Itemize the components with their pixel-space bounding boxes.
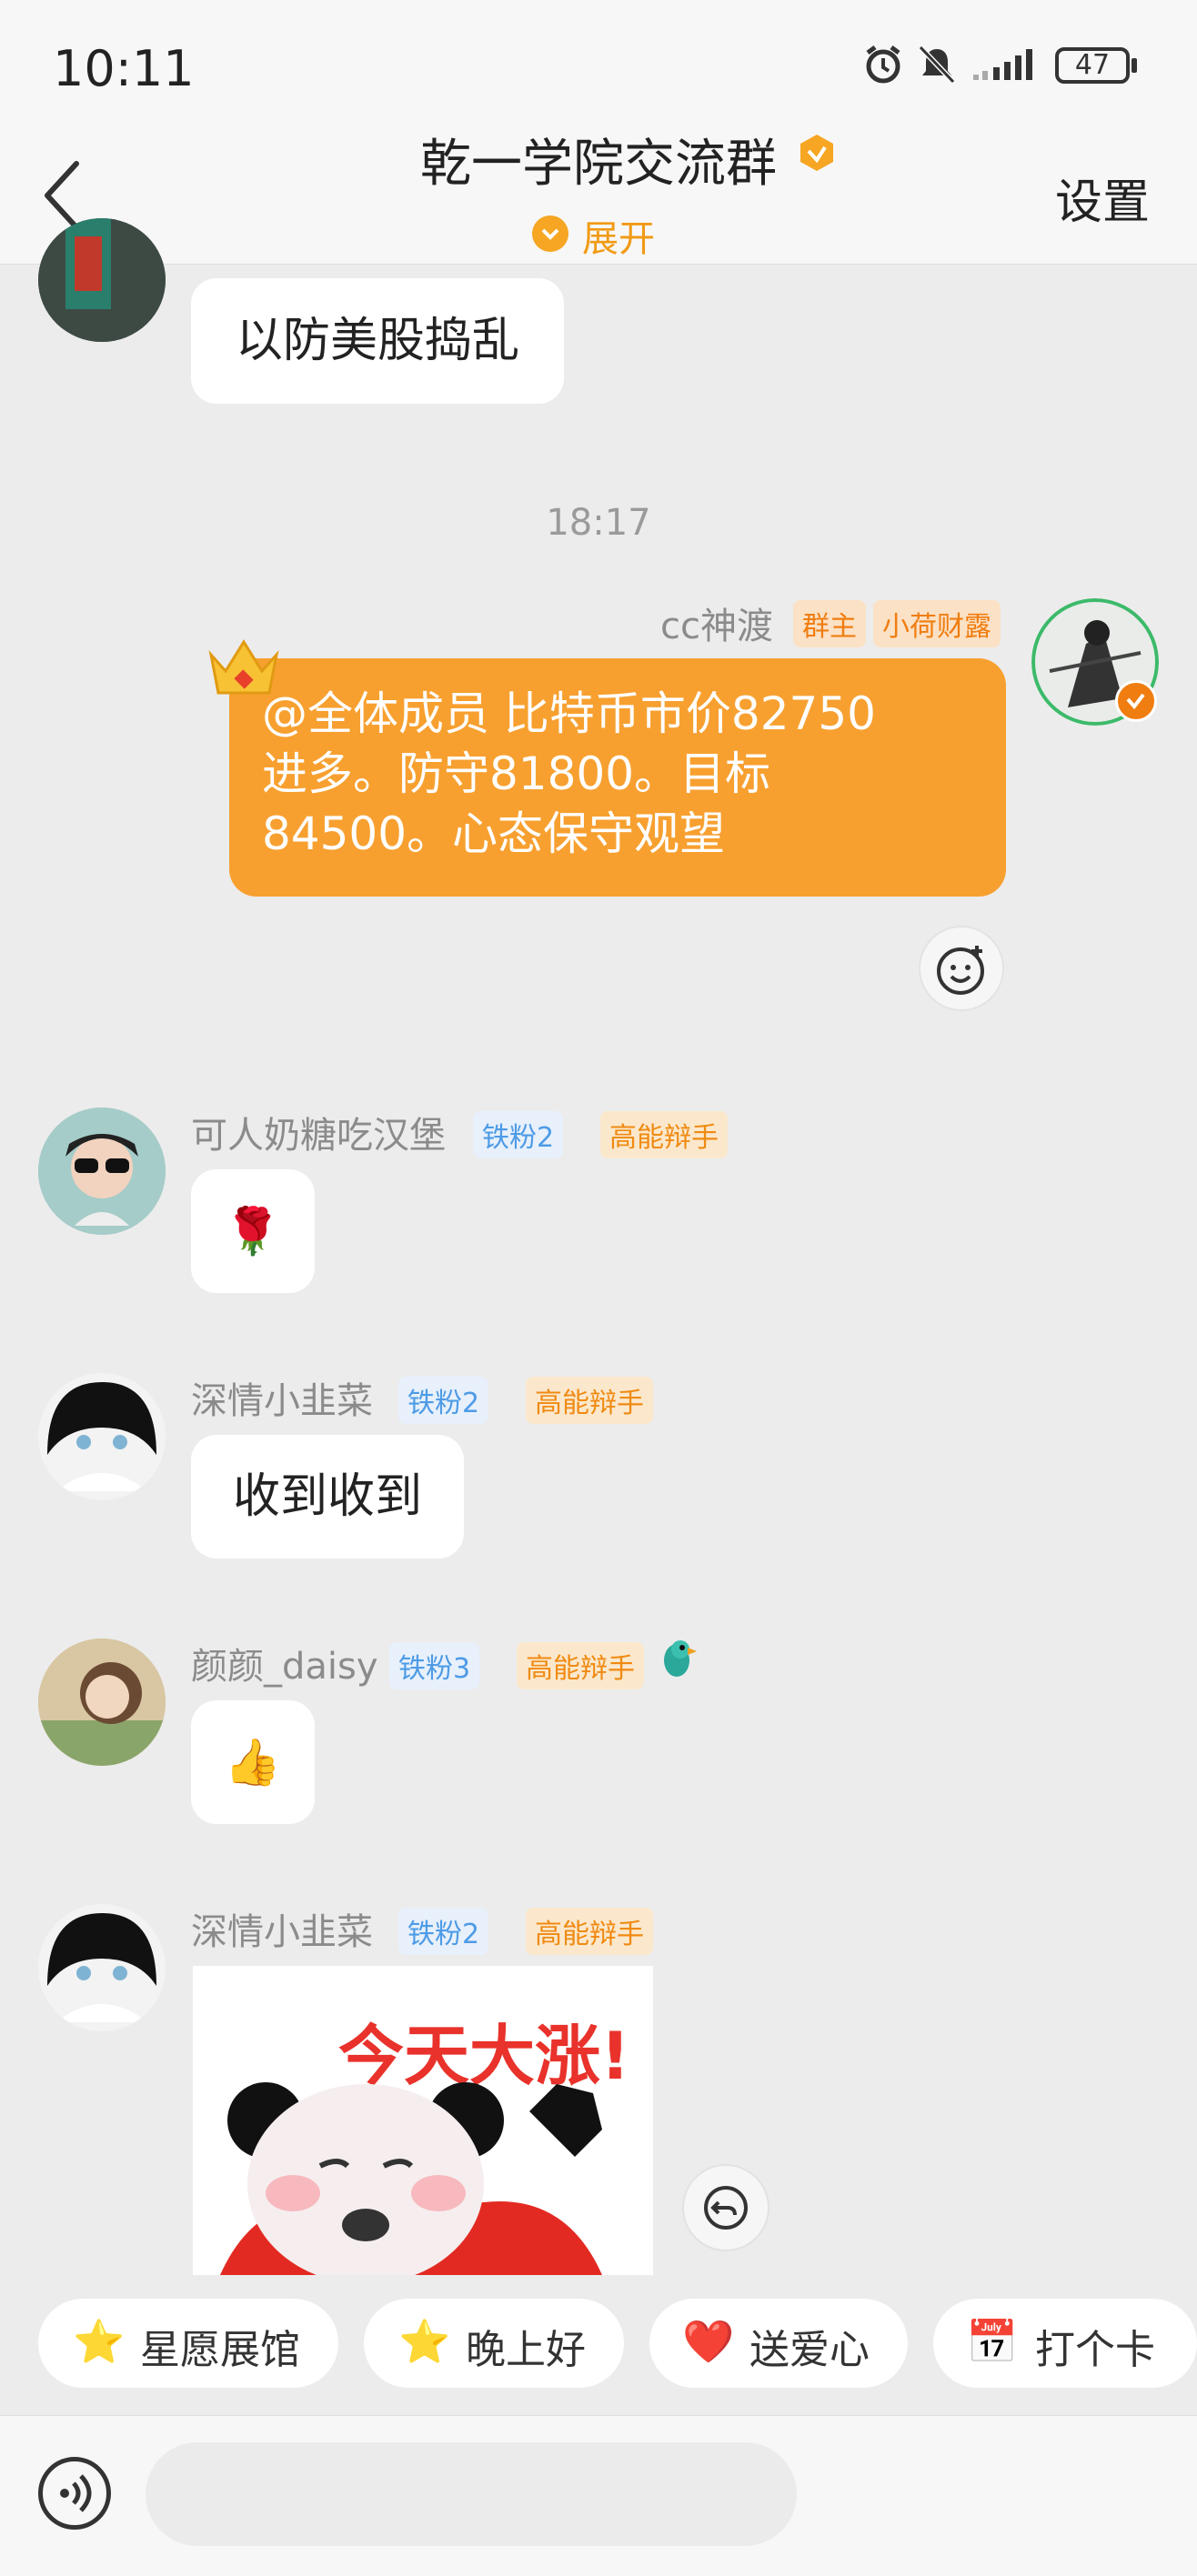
- avatar[interactable]: [38, 1904, 166, 2031]
- reply-button[interactable]: [682, 2164, 770, 2251]
- parrot-icon: [657, 1637, 699, 1682]
- group-title: 乾一学院交流群: [420, 135, 777, 194]
- sender-nickname[interactable]: 深情小韭菜: [191, 1371, 373, 1424]
- reply-arrow-icon: [704, 2186, 748, 2230]
- heart-icon: ❤️: [682, 2317, 735, 2366]
- message-bubble[interactable]: @全体成员 比特币市价82750 进多。防守81800。目标 84500。心态保…: [229, 658, 1006, 897]
- alarm-icon: [862, 44, 904, 89]
- message-text-line: 84500。心态保守观望: [262, 807, 726, 860]
- smiley-add-icon: [937, 946, 984, 995]
- message-text-line: 进多。防守81800。目标: [262, 747, 771, 800]
- fan-badge: 铁粉2: [473, 1111, 564, 1158]
- message-bubble[interactable]: 收到收到: [191, 1435, 464, 1559]
- talk-badge: 高能辩手: [526, 1908, 653, 1955]
- panda-meme-figure: [220, 2082, 602, 2275]
- star-icon: ⭐: [73, 2317, 126, 2366]
- emoji-react-button[interactable]: [919, 926, 1004, 1011]
- signal-icon: [970, 44, 1042, 89]
- avatar[interactable]: [38, 1108, 166, 1235]
- voice-wave-icon: [60, 2474, 92, 2512]
- message-bubble[interactable]: 👍: [191, 1700, 315, 1824]
- quick-reply-label: 星愿展馆: [140, 2327, 300, 2373]
- voice-input-button[interactable]: [38, 2457, 111, 2530]
- quick-reply-label: 送爱心: [749, 2327, 870, 2373]
- talk-badge: 高能辩手: [526, 1377, 653, 1424]
- verified-check-icon: [1115, 680, 1157, 722]
- quick-reply-label: 晚上好: [466, 2327, 586, 2373]
- owner-badge: 群主: [793, 600, 866, 647]
- talk-badge: 高能辩手: [517, 1642, 644, 1689]
- message-bubble[interactable]: 🌹: [191, 1169, 315, 1293]
- avatar[interactable]: [38, 218, 166, 342]
- avatar[interactable]: [38, 1639, 166, 1766]
- message-bubble[interactable]: 以防美股捣乱: [191, 278, 564, 404]
- status-time: 10:11: [53, 40, 195, 97]
- sender-nickname[interactable]: cc神渡: [660, 596, 773, 649]
- battery-tip: [1132, 58, 1137, 73]
- crown-icon: [206, 636, 282, 700]
- mute-bell-icon: [917, 44, 957, 89]
- avatar[interactable]: [38, 1373, 166, 1500]
- expand-button[interactable]: 展开: [582, 209, 655, 262]
- fan-badge: 铁粉2: [398, 1908, 489, 1955]
- battery-indicator: 47: [1055, 47, 1130, 84]
- sender-nickname[interactable]: 颜颜_daisy: [191, 1637, 378, 1689]
- title-badge: 小荷财露: [873, 600, 1001, 647]
- sticker-image[interactable]: 今天大涨!: [193, 1966, 653, 2275]
- timestamp: 18:17: [546, 502, 651, 544]
- calendar-icon: 📅: [966, 2317, 1019, 2366]
- fan-badge: 铁粉3: [389, 1642, 480, 1689]
- sender-nickname[interactable]: 深情小韭菜: [191, 1902, 373, 1955]
- verified-badge-icon: [797, 133, 837, 173]
- star-icon: ⭐: [398, 2317, 451, 2366]
- message-input[interactable]: [146, 2442, 797, 2546]
- message-text-line: @全体成员 比特币市价82750: [262, 687, 876, 740]
- talk-badge: 高能辩手: [600, 1111, 728, 1158]
- expand-chevron-icon[interactable]: [532, 216, 568, 252]
- sender-nickname[interactable]: 可人奶糖吃汉堡: [191, 1106, 446, 1158]
- quick-reply-label: 打个卡: [1035, 2327, 1155, 2373]
- fan-badge: 铁粉2: [398, 1377, 489, 1424]
- settings-button[interactable]: 设置: [1055, 164, 1150, 232]
